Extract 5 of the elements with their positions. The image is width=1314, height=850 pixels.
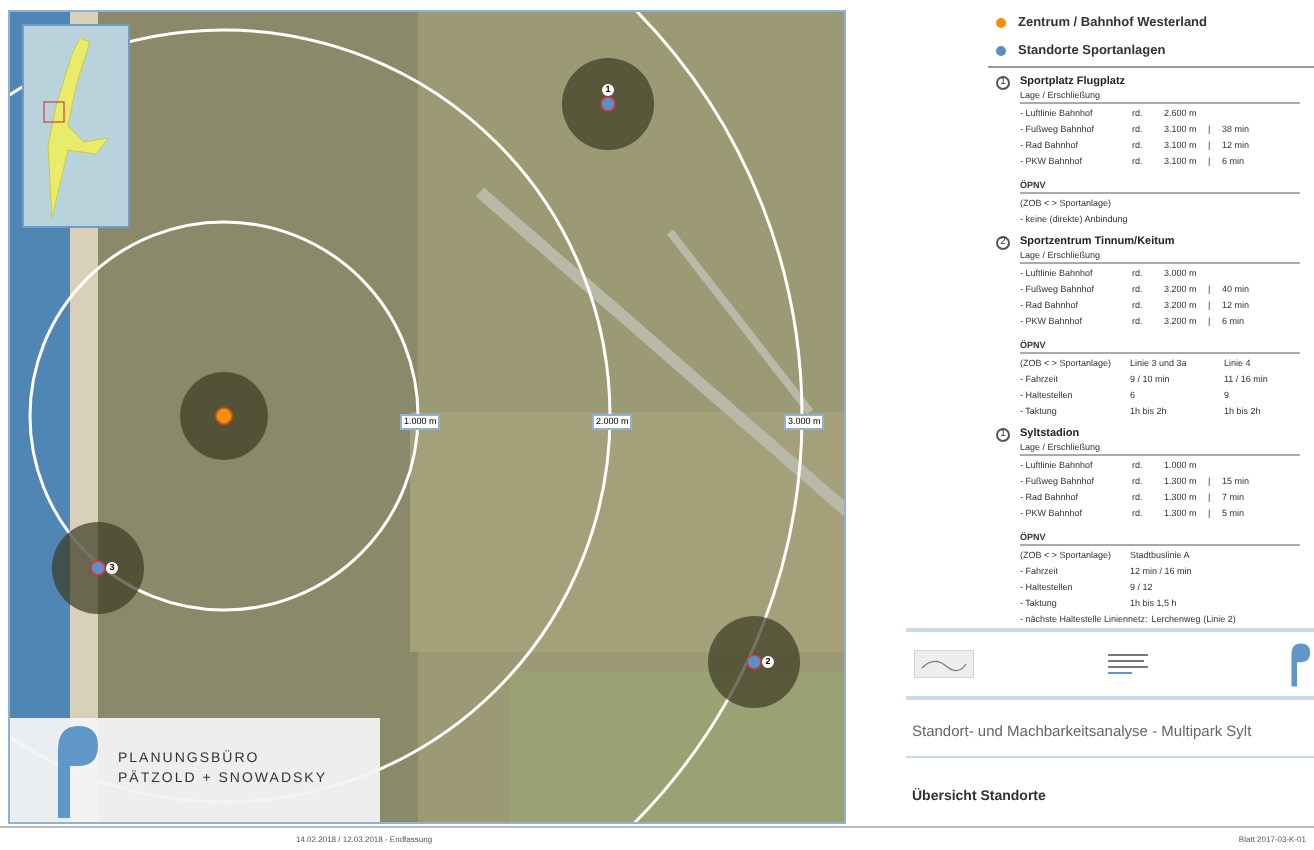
center-marker <box>180 372 268 460</box>
site-marker <box>562 58 654 150</box>
site-marker <box>52 522 144 614</box>
partner-logo-icon <box>914 650 974 678</box>
site-marker <box>708 616 800 708</box>
